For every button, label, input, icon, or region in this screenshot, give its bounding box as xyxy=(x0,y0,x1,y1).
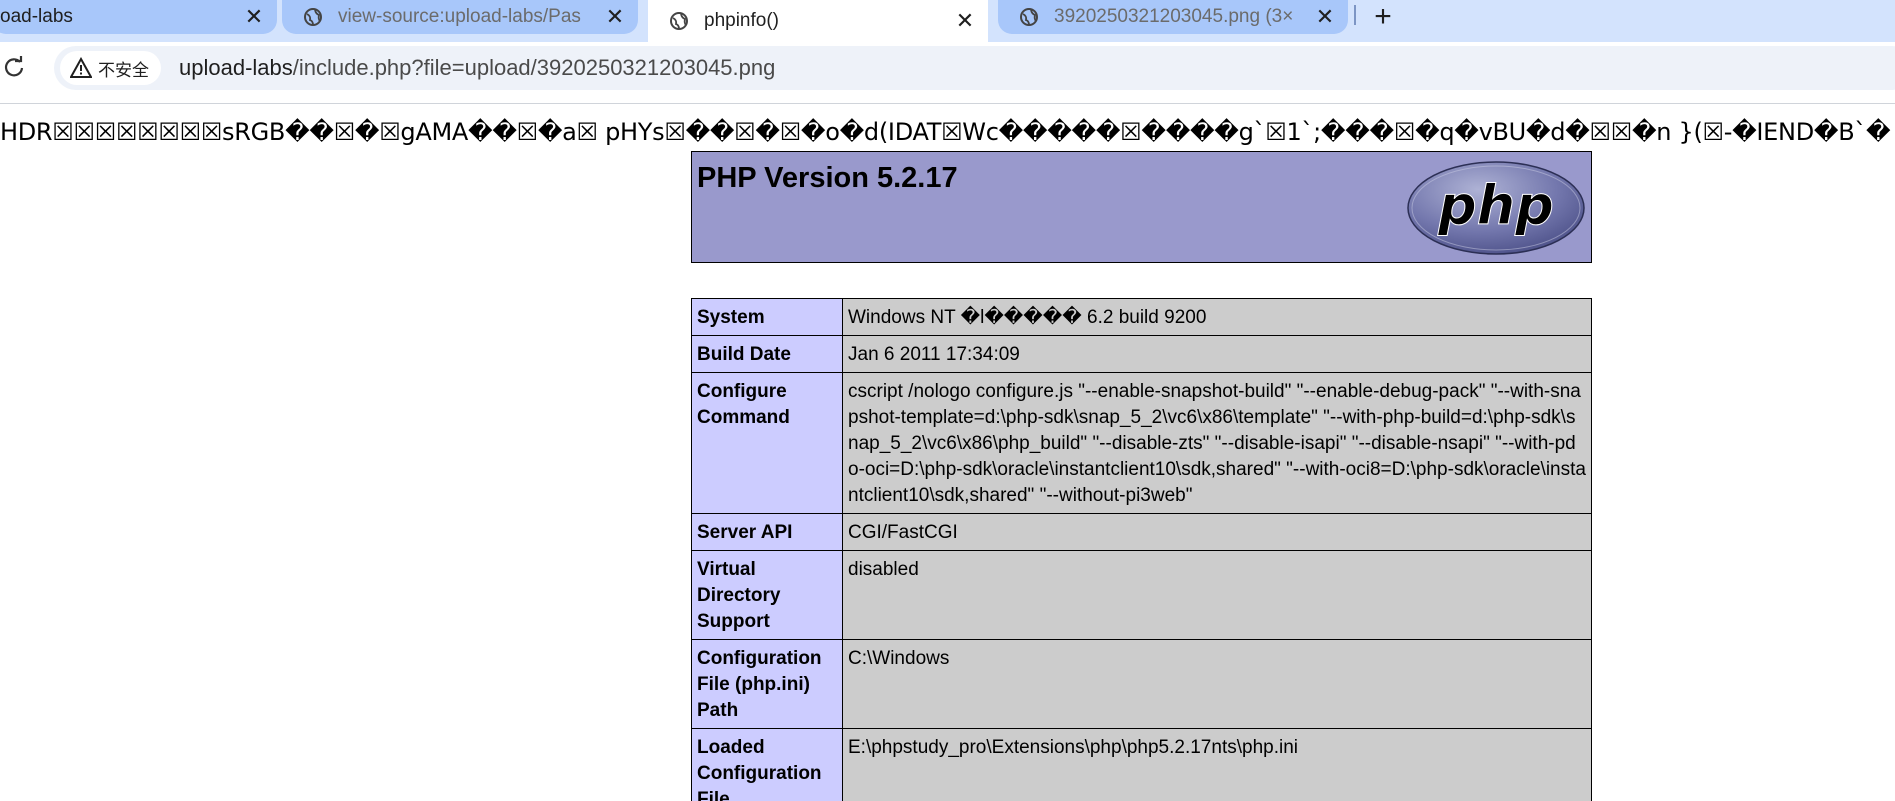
tab-strip: oad-labs ✕ view-source:upload-labs/Pas ✕… xyxy=(0,0,1895,42)
row-label: Configuration File (php.ini) Path xyxy=(691,639,843,729)
tab-title: 3920250321203045.png (3× xyxy=(1054,6,1294,27)
php-version-title: PHP Version 5.2.17 xyxy=(697,162,958,194)
close-icon[interactable]: ✕ xyxy=(241,4,267,30)
tab-separator xyxy=(1354,5,1356,25)
globe-icon xyxy=(302,6,324,28)
tab-title: view-source:upload-labs/Pas xyxy=(338,6,581,27)
close-icon[interactable]: ✕ xyxy=(952,8,978,34)
tab-upload-labs[interactable]: oad-labs ✕ xyxy=(0,0,277,34)
row-label: Loaded Configuration File xyxy=(691,728,843,801)
url-text[interactable]: upload-labs/include.php?file=upload/3920… xyxy=(179,55,775,81)
logo-text: php xyxy=(1437,174,1554,237)
tab-png-image[interactable]: 3920250321203045.png (3× ✕ xyxy=(998,0,1348,34)
url-host: upload-labs xyxy=(179,55,293,80)
new-tab-button[interactable]: + xyxy=(1368,0,1398,34)
security-label: 不安全 xyxy=(98,60,149,80)
table-row: Virtual Directory Support disabled xyxy=(691,550,1592,640)
tab-phpinfo[interactable]: phpinfo() ✕ xyxy=(648,0,988,42)
row-value: E:\phpstudy_pro\Extensions\php\php5.2.17… xyxy=(842,728,1592,801)
page-content: HDR☒☒☒☒☒☒☒☒sRGB��☒�☒gAMA��☒�a☒ pHYs☒��☒�… xyxy=(0,104,1895,801)
phpinfo-table: System Windows NT �l����� 6.2 build 9200 B… xyxy=(691,298,1592,801)
png-binary-text: HDR☒☒☒☒☒☒☒☒sRGB��☒�☒gAMA��☒�a☒ pHYs☒��☒�… xyxy=(0,118,1891,146)
row-value: Windows NT �l����� 6.2 build 9200 xyxy=(842,298,1592,336)
tab-view-source[interactable]: view-source:upload-labs/Pas ✕ xyxy=(282,0,638,34)
browser-toolbar: 不安全 upload-labs/include.php?file=upload/… xyxy=(0,42,1895,92)
warning-icon xyxy=(70,57,92,78)
table-row: Build Date Jan 6 2011 17:34:09 xyxy=(691,335,1592,373)
row-label: Server API xyxy=(691,513,843,551)
row-value: Jan 6 2011 17:34:09 xyxy=(842,335,1592,373)
address-bar[interactable]: 不安全 upload-labs/include.php?file=upload/… xyxy=(54,46,1895,90)
php-logo-icon[interactable]: php xyxy=(1406,160,1587,256)
table-row: Configure Command cscript /nologo configu… xyxy=(691,372,1592,514)
close-icon[interactable]: ✕ xyxy=(1312,4,1338,30)
close-icon[interactable]: ✕ xyxy=(602,4,628,30)
row-value: C:\Windows xyxy=(842,639,1592,729)
reload-icon[interactable] xyxy=(2,55,26,79)
tab-title: phpinfo() xyxy=(704,10,779,31)
phpinfo-header: PHP Version 5.2.17 php xyxy=(691,151,1592,263)
table-row: Loaded Configuration File E:\phpstudy_pro… xyxy=(691,728,1592,801)
phpinfo-container: PHP Version 5.2.17 php System Windows NT … xyxy=(691,151,1592,801)
globe-icon xyxy=(1018,6,1040,28)
table-row: Server API CGI/FastCGI xyxy=(691,513,1592,551)
table-row: System Windows NT �l����� 6.2 build 9200 xyxy=(691,298,1592,336)
row-label: System xyxy=(691,298,843,336)
table-row: Configuration File (php.ini) Path C:\Wind… xyxy=(691,639,1592,729)
tab-title: oad-labs xyxy=(0,6,73,27)
row-value: cscript /nologo configure.js "--enable-s… xyxy=(842,372,1592,514)
security-chip[interactable]: 不安全 xyxy=(60,51,161,85)
row-label: Virtual Directory Support xyxy=(691,550,843,640)
phpinfo-rows: System Windows NT �l����� 6.2 build 9200 B… xyxy=(691,298,1592,801)
row-label: Build Date xyxy=(691,335,843,373)
url-path: /include.php?file=upload/392025032120304… xyxy=(292,55,776,80)
row-value: CGI/FastCGI xyxy=(842,513,1592,551)
row-value: disabled xyxy=(842,550,1592,640)
row-label: Configure Command xyxy=(691,372,843,514)
globe-icon xyxy=(668,10,690,32)
